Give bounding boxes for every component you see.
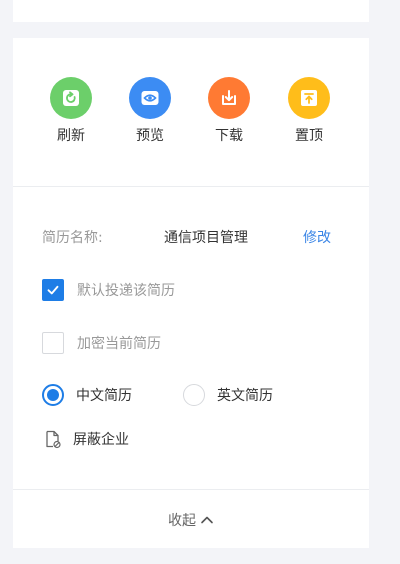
previous-card bbox=[13, 0, 369, 22]
resume-name-label: 简历名称: bbox=[42, 230, 103, 246]
refresh-label: 刷新 bbox=[57, 128, 85, 144]
collapse-button[interactable]: 收起 bbox=[13, 489, 369, 549]
default-delivery-label: 默认投递该简历 bbox=[77, 283, 175, 299]
resume-actions-card: 刷新 预览 下载 置顶 简历名称: 通信项目管理 修改 默认投递该简历 加密当前… bbox=[13, 38, 369, 548]
refresh-button[interactable]: 刷新 bbox=[41, 77, 101, 145]
english-resume-option[interactable]: 英文简历 bbox=[183, 383, 273, 407]
download-button[interactable]: 下载 bbox=[199, 77, 259, 145]
pin-top-button[interactable]: 置顶 bbox=[279, 77, 339, 145]
pin-top-icon bbox=[288, 77, 330, 119]
default-delivery-option[interactable]: 默认投递该简历 bbox=[42, 278, 175, 302]
chinese-resume-label: 中文简历 bbox=[76, 388, 132, 404]
collapse-label: 收起 bbox=[168, 512, 196, 529]
resume-name-row: 简历名称: 通信项目管理 修改 bbox=[42, 225, 342, 249]
english-resume-label: 英文简历 bbox=[217, 388, 273, 404]
resume-name-value: 通信项目管理 bbox=[164, 230, 248, 246]
check-icon bbox=[47, 285, 59, 295]
block-company-option[interactable]: 屏蔽企业 bbox=[44, 427, 129, 451]
pin-top-label: 置顶 bbox=[295, 128, 323, 144]
preview-label: 预览 bbox=[136, 128, 164, 144]
download-icon bbox=[208, 77, 250, 119]
english-resume-radio[interactable] bbox=[183, 384, 205, 406]
block-company-label: 屏蔽企业 bbox=[73, 432, 129, 448]
eye-icon bbox=[129, 77, 171, 119]
preview-button[interactable]: 预览 bbox=[120, 77, 180, 145]
refresh-icon bbox=[50, 77, 92, 119]
encrypt-option[interactable]: 加密当前简历 bbox=[42, 331, 161, 355]
document-block-icon bbox=[46, 430, 61, 449]
default-delivery-checkbox[interactable] bbox=[42, 279, 64, 301]
modify-link[interactable]: 修改 bbox=[303, 227, 331, 247]
chinese-resume-option[interactable]: 中文简历 bbox=[42, 383, 132, 407]
action-bar: 刷新 预览 下载 置顶 bbox=[13, 38, 369, 187]
chinese-resume-radio[interactable] bbox=[42, 384, 64, 406]
encrypt-checkbox[interactable] bbox=[42, 332, 64, 354]
download-label: 下载 bbox=[215, 128, 243, 144]
chevron-up-icon bbox=[201, 516, 213, 523]
encrypt-label: 加密当前简历 bbox=[77, 336, 161, 352]
